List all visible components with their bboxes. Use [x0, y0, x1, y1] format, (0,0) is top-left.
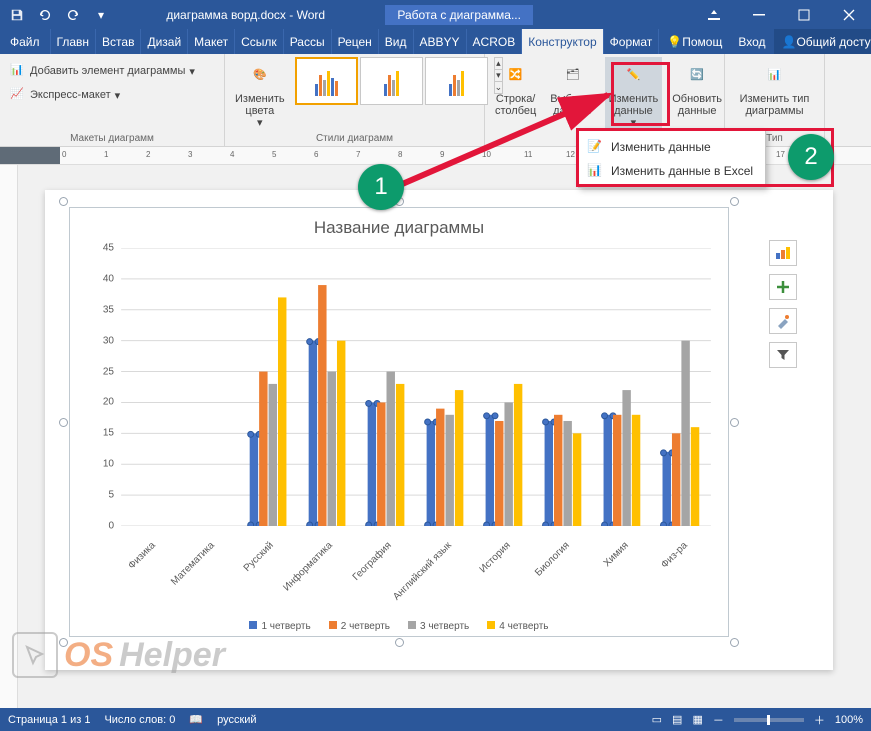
- tab-review[interactable]: Рецен: [332, 29, 379, 54]
- save-icon[interactable]: [4, 3, 30, 27]
- tab-format[interactable]: Формат: [604, 29, 660, 54]
- chart-title[interactable]: Название диаграммы: [70, 208, 728, 242]
- status-words[interactable]: Число слов: 0: [104, 714, 175, 726]
- menu-edit-data-excel[interactable]: 📊Изменить данные в Excel: [579, 159, 765, 183]
- view-read-icon[interactable]: ▭: [652, 713, 662, 726]
- close-icon[interactable]: [826, 0, 871, 29]
- group-layouts-label: Макеты диаграмм: [6, 131, 218, 146]
- tab-design[interactable]: Дизай: [141, 29, 188, 54]
- chart-styles-icon[interactable]: [769, 308, 797, 334]
- ribbon-tabs: Файл Главн Встав Дизай Макет Ссылк Рассы…: [0, 29, 871, 54]
- ribbon-options-icon[interactable]: [691, 0, 736, 29]
- redo-icon[interactable]: [60, 3, 86, 27]
- status-bar: Страница 1 из 1 Число слов: 0 📖 русский …: [0, 708, 871, 731]
- chart-elements-icon[interactable]: [769, 240, 797, 266]
- ruler-vertical[interactable]: [0, 165, 18, 708]
- zoom-in-icon[interactable]: ＋: [814, 712, 825, 728]
- chart-legend[interactable]: 1 четверть2 четверть3 четверть4 четверть: [70, 621, 728, 632]
- tab-home[interactable]: Главн: [51, 29, 97, 54]
- edit-data-dropdown: 📝Изменить данные 📊Изменить данные в Exce…: [578, 130, 766, 188]
- style-thumb[interactable]: [295, 57, 358, 105]
- chart-styles-gallery[interactable]: [295, 57, 488, 105]
- status-spellcheck-icon[interactable]: 📖: [189, 713, 203, 726]
- status-page[interactable]: Страница 1 из 1: [8, 714, 90, 726]
- minimize-icon[interactable]: [736, 0, 781, 29]
- style-thumb[interactable]: [425, 57, 488, 105]
- tab-constructor[interactable]: Конструктор: [522, 29, 603, 54]
- titlebar: ▾ диаграмма ворд.docx - Word Работа с ди…: [0, 0, 871, 29]
- express-layout-button[interactable]: 📈Экспресс-макет ▾: [6, 85, 124, 105]
- view-web-icon[interactable]: ▦: [692, 713, 702, 726]
- login-button[interactable]: Вход: [730, 29, 773, 54]
- tab-abbyy[interactable]: ABBYY: [414, 29, 467, 54]
- maximize-icon[interactable]: [781, 0, 826, 29]
- tab-layout[interactable]: Макет: [188, 29, 235, 54]
- tab-insert[interactable]: Встав: [96, 29, 141, 54]
- change-chart-type-button[interactable]: 📊Изменить тип диаграммы: [731, 57, 818, 119]
- switch-row-column-button[interactable]: 🔀Строка/столбец: [491, 57, 540, 119]
- add-chart-element-button[interactable]: 📊Добавить элемент диаграммы ▾: [6, 61, 199, 81]
- view-print-icon[interactable]: ▤: [672, 713, 682, 726]
- undo-icon[interactable]: [32, 3, 58, 27]
- tell-me[interactable]: 💡 Помощ: [659, 29, 730, 54]
- contextual-tab-label: Работа с диаграмма...: [385, 5, 533, 25]
- refresh-data-button[interactable]: 🔄Обновить данные: [668, 57, 726, 119]
- chart-filter-icon[interactable]: [769, 342, 797, 368]
- tab-acrobat[interactable]: ACROB: [467, 29, 523, 54]
- change-colors-button[interactable]: 🎨Изменить цвета▾: [231, 57, 289, 131]
- zoom-value[interactable]: 100%: [835, 714, 863, 726]
- share-button[interactable]: 👤 Общий доступ: [774, 29, 871, 54]
- tab-view[interactable]: Вид: [379, 29, 414, 54]
- qat-more-icon[interactable]: ▾: [88, 3, 114, 27]
- document-area: Название диаграммы 051015202530354045 Фи…: [0, 165, 871, 708]
- chart-add-icon[interactable]: [769, 274, 797, 300]
- tab-mailings[interactable]: Рассы: [284, 29, 332, 54]
- zoom-out-icon[interactable]: －: [713, 712, 724, 728]
- chart-object[interactable]: Название диаграммы 051015202530354045 Фи…: [69, 207, 729, 637]
- select-data-button[interactable]: 🗂Выбрать данные: [546, 57, 598, 119]
- group-styles-label: Стили диаграмм: [231, 131, 478, 146]
- tab-references[interactable]: Ссылк: [235, 29, 284, 54]
- window-title: диаграмма ворд.docx - Word: [166, 8, 325, 22]
- page: Название диаграммы 051015202530354045 Фи…: [45, 190, 833, 670]
- chart-plot-area[interactable]: 051015202530354045: [120, 248, 712, 526]
- tab-file[interactable]: Файл: [0, 29, 51, 54]
- edit-data-button[interactable]: ✏️Изменить данные ▾: [605, 57, 663, 131]
- style-thumb[interactable]: [360, 57, 423, 105]
- menu-edit-data[interactable]: 📝Изменить данные: [579, 135, 765, 159]
- status-language[interactable]: русский: [217, 714, 256, 726]
